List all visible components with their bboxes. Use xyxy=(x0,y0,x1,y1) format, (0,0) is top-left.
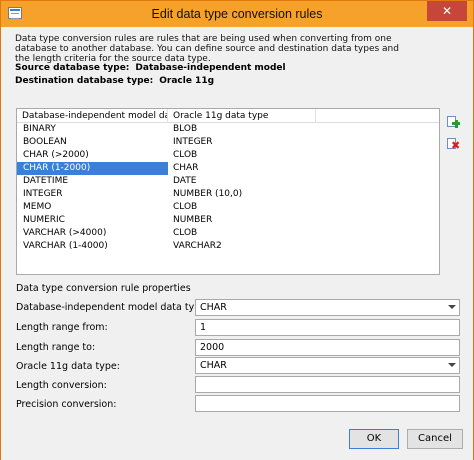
source-type-cell: MEMO xyxy=(23,202,52,212)
ok-button[interactable]: OK xyxy=(349,429,399,449)
grid-rows: BINARY BLOB BOOLEAN INTEGER CHAR (>2000) CLOB… xyxy=(17,123,439,253)
source-type-cell: VARCHAR (1-4000) xyxy=(23,241,108,251)
target-type-cell: CLOB xyxy=(173,150,198,160)
source-database-line: Source database type: Database-independen… xyxy=(15,63,286,73)
length-conversion-input[interactable] xyxy=(195,376,460,393)
table-row[interactable]: VARCHAR (1-4000) VARCHAR2 xyxy=(17,240,316,253)
length-to-label: Length range to: xyxy=(16,342,96,353)
intro-description: Data type conversion rules are rules tha… xyxy=(15,34,399,63)
source-database-value: Database-independent model xyxy=(135,63,286,73)
source-type-cell: BOOLEAN xyxy=(23,137,67,147)
target-type-cell: INTEGER xyxy=(173,137,213,147)
source-type-cell: VARCHAR (>4000) xyxy=(23,228,107,238)
table-row[interactable]: CHAR (1-2000) CHAR xyxy=(17,162,316,175)
dialog-footer xyxy=(1,422,473,460)
precision-conversion-label: Precision conversion: xyxy=(16,399,117,410)
table-row[interactable]: MEMO CLOB xyxy=(17,201,316,214)
table-row[interactable]: INTEGER NUMBER (10,0) xyxy=(17,188,316,201)
source-type-select[interactable]: CHAR xyxy=(195,299,460,316)
chevron-down-icon xyxy=(448,363,456,367)
source-type-cell: CHAR (1-2000) xyxy=(17,162,168,175)
title-bar[interactable]: Edit data type conversion rules ✕ xyxy=(1,1,473,27)
table-row[interactable]: BINARY BLOB xyxy=(17,123,316,136)
chevron-down-icon xyxy=(448,305,456,309)
column-header-source[interactable]: Database-independent model dat... xyxy=(17,109,168,123)
source-type-label: Database-independent model data type: xyxy=(16,302,210,313)
cancel-button[interactable]: Cancel xyxy=(407,429,463,449)
source-type-cell: CHAR (>2000) xyxy=(23,150,89,160)
dialog-title: Edit data type conversion rules xyxy=(151,7,323,21)
precision-conversion-input[interactable] xyxy=(195,395,460,412)
target-type-cell: CHAR xyxy=(173,163,199,173)
grid-header: Database-independent model dat... Oracle… xyxy=(17,109,439,123)
column-header-target[interactable]: Oracle 11g data type xyxy=(168,109,316,123)
source-type-cell: DATETIME xyxy=(23,176,69,186)
table-row[interactable]: VARCHAR (>4000) CLOB xyxy=(17,227,316,240)
delete-rule-icon[interactable]: ✖ xyxy=(446,137,460,151)
table-row[interactable]: CHAR (>2000) CLOB xyxy=(17,149,316,162)
add-rule-icon[interactable] xyxy=(446,115,460,129)
destination-database-line: Destination database type: Oracle 11g xyxy=(15,76,214,86)
table-row[interactable]: DATETIME DATE xyxy=(17,175,316,188)
target-type-cell: BLOB xyxy=(173,124,198,134)
length-from-label: Length range from: xyxy=(16,322,108,333)
source-type-cell: BINARY xyxy=(23,124,56,134)
target-type-select[interactable]: CHAR xyxy=(195,357,460,374)
table-row[interactable]: NUMERIC NUMBER xyxy=(17,214,316,227)
dialog-window: Edit data type conversion rules ✕ Data t… xyxy=(0,0,474,460)
target-type-cell: VARCHAR2 xyxy=(173,241,222,251)
properties-section-title: Data type conversion rule properties xyxy=(16,283,191,294)
source-type-cell: NUMERIC xyxy=(23,215,65,225)
target-type-cell: NUMBER (10,0) xyxy=(173,189,243,199)
source-type-cell: INTEGER xyxy=(23,189,63,199)
close-button[interactable]: ✕ xyxy=(427,1,467,21)
table-row[interactable]: BOOLEAN INTEGER xyxy=(17,136,316,149)
target-type-label: Oracle 11g data type: xyxy=(16,361,120,372)
length-to-input[interactable]: 2000 xyxy=(195,339,460,356)
target-type-value: CHAR xyxy=(200,360,227,371)
length-conversion-label: Length conversion: xyxy=(16,380,107,391)
target-type-cell: CLOB xyxy=(173,202,198,212)
target-type-cell: DATE xyxy=(173,176,197,186)
conversion-rules-grid[interactable]: Database-independent model dat... Oracle… xyxy=(16,108,440,275)
destination-database-label: Destination database type: xyxy=(15,76,154,86)
destination-database-value: Oracle 11g xyxy=(159,76,215,86)
target-type-cell: NUMBER xyxy=(173,215,213,225)
length-from-input[interactable]: 1 xyxy=(195,319,460,336)
target-type-cell: CLOB xyxy=(173,228,198,238)
source-type-value: CHAR xyxy=(200,302,227,313)
source-database-label: Source database type: xyxy=(15,63,130,73)
